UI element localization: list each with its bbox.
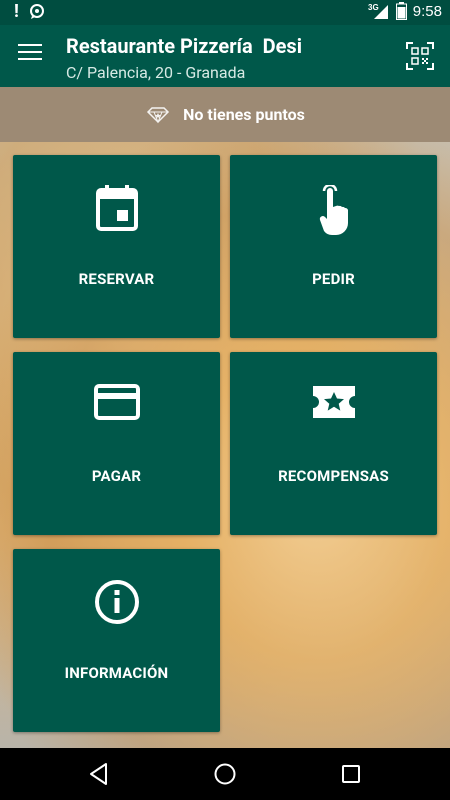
clock: 9:58 — [412, 2, 442, 20]
signal-icon: 3G — [368, 3, 388, 19]
info-icon — [94, 580, 139, 624]
alert-icon: ! — [14, 1, 19, 22]
points-label: No tienes puntos — [183, 105, 305, 124]
tile-recompensas[interactable]: RECOMPENSAS — [230, 352, 437, 535]
restaurant-address: C/ Palencia, 20 - Granada — [66, 63, 246, 82]
home-icon[interactable] — [212, 761, 238, 787]
network-label: 3G — [368, 3, 379, 12]
hamburger-menu-icon[interactable] — [18, 44, 42, 64]
star-ticket-icon — [312, 386, 355, 418]
points-banner: No tienes puntos — [0, 87, 450, 142]
app-bar: Restaurante Pizzería Desi C/ Palencia, 2… — [0, 25, 450, 87]
main-content: RESERVAR PEDIR PAGAR RECOMPENSAS INFORMA… — [0, 142, 450, 748]
tile-label: PEDIR — [312, 270, 355, 288]
tile-pedir[interactable]: PEDIR — [230, 155, 437, 338]
tile-informacion[interactable]: INFORMACIÓN — [13, 549, 220, 732]
credit-card-icon — [93, 384, 140, 420]
status-bar: ! 3G 9:58 — [0, 0, 450, 25]
touch-hand-icon — [319, 185, 348, 235]
qr-scan-icon[interactable] — [406, 42, 434, 70]
tile-pagar[interactable]: PAGAR — [13, 352, 220, 535]
battery-icon — [395, 2, 407, 20]
tile-label: PAGAR — [91, 467, 142, 485]
tile-reservar[interactable]: RESERVAR — [13, 155, 220, 338]
location-chat-icon — [29, 4, 44, 19]
points-badge-icon — [147, 106, 170, 123]
tile-label: INFORMACIÓN — [64, 664, 169, 682]
calendar-icon — [95, 185, 138, 231]
tile-label: RESERVAR — [78, 270, 155, 288]
restaurant-title: Restaurante Pizzería Desi — [66, 34, 302, 58]
recents-icon[interactable] — [338, 761, 364, 787]
back-icon[interactable] — [86, 761, 112, 787]
navigation-bar — [0, 748, 450, 800]
tile-label: RECOMPENSAS — [278, 467, 389, 485]
